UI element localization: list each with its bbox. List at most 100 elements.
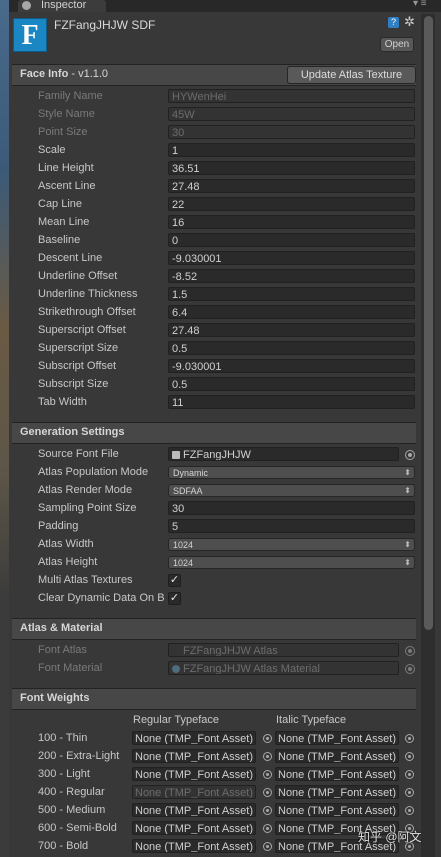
- font-weights-header[interactable]: Font Weights: [12, 688, 416, 710]
- gear-icon[interactable]: ✲: [404, 14, 415, 30]
- regular-typeface-field[interactable]: None (TMP_Font Asset): [132, 839, 256, 853]
- face-info-label: Scale: [38, 144, 66, 156]
- object-picker-icon: [405, 664, 415, 674]
- regular-typeface-field[interactable]: None (TMP_Font Asset): [132, 821, 256, 835]
- generation-settings-header[interactable]: Generation Settings: [12, 422, 416, 444]
- atlas-width-dropdown[interactable]: 1024 ⬍: [168, 538, 415, 551]
- face-info-label: Point Size: [38, 126, 88, 138]
- help-icon[interactable]: ?: [388, 17, 399, 28]
- atlas-population-mode-label: Atlas Population Mode: [38, 466, 149, 478]
- info-icon: [22, 1, 31, 10]
- face-info-label: Underline Offset: [38, 270, 118, 282]
- atlas-width-label: Atlas Width: [38, 538, 94, 550]
- font-weight-label: 200 - Extra-Light: [38, 750, 120, 762]
- object-picker-icon[interactable]: [405, 770, 414, 779]
- object-picker-icon[interactable]: [405, 788, 414, 797]
- italic-typeface-field[interactable]: None (TMP_Font Asset): [275, 731, 399, 745]
- italic-typeface-field[interactable]: None (TMP_Font Asset): [275, 785, 399, 799]
- face-info-field: HYWenHei: [168, 89, 415, 103]
- italic-typeface-field[interactable]: None (TMP_Font Asset): [275, 803, 399, 817]
- face-info-header[interactable]: Face Info - v1.1.0 Update Atlas Texture: [12, 64, 416, 86]
- face-info-label: Superscript Offset: [38, 324, 126, 336]
- dropdown-arrows-icon: ⬍: [404, 540, 411, 549]
- atlas-population-mode-dropdown[interactable]: Dynamic ⬍: [168, 466, 415, 479]
- face-info-field[interactable]: 0.5: [168, 341, 415, 355]
- face-info-field[interactable]: 1: [168, 143, 415, 157]
- face-info-label: Superscript Size: [38, 342, 119, 354]
- multi-atlas-textures-checkbox[interactable]: ✓: [168, 574, 181, 587]
- padding-field[interactable]: 5: [168, 519, 415, 533]
- object-picker-icon[interactable]: [405, 752, 414, 761]
- update-atlas-texture-button[interactable]: Update Atlas Texture: [287, 66, 416, 84]
- dropdown-arrows-icon: ⬍: [404, 486, 411, 495]
- face-info-label: Ascent Line: [38, 180, 96, 192]
- object-picker-icon[interactable]: [405, 806, 414, 815]
- regular-typeface-field[interactable]: None (TMP_Font Asset): [132, 767, 256, 781]
- face-info-field[interactable]: 6.4: [168, 305, 415, 319]
- watermark: 知乎 @阿文: [358, 830, 422, 844]
- lock-menu-icon[interactable]: ▾ ≡: [413, 0, 427, 9]
- font-weight-label: 300 - Light: [38, 768, 90, 780]
- object-picker-icon[interactable]: [263, 752, 272, 761]
- object-picker-icon: [405, 646, 415, 656]
- regular-typeface-field[interactable]: None (TMP_Font Asset): [132, 731, 256, 745]
- scrollbar-thumb[interactable]: [424, 16, 433, 630]
- face-info-field[interactable]: 27.48: [168, 179, 415, 193]
- face-info-field[interactable]: -8.52: [168, 269, 415, 283]
- object-picker-icon[interactable]: [263, 770, 272, 779]
- font-material-label: Font Material: [38, 662, 103, 674]
- sampling-point-size-field[interactable]: 30: [168, 501, 415, 515]
- atlas-material-header[interactable]: Atlas & Material: [12, 618, 416, 640]
- face-info-field[interactable]: -9.030001: [168, 251, 415, 265]
- atlas-height-dropdown[interactable]: 1024 ⬍: [168, 556, 415, 569]
- face-info-field[interactable]: 1.5: [168, 287, 415, 301]
- dropdown-arrows-icon: ⬍: [404, 468, 411, 477]
- atlas-render-mode-dropdown[interactable]: SDFAA ⬍: [168, 484, 415, 497]
- face-info-field[interactable]: 16: [168, 215, 415, 229]
- face-info-label: Descent Line: [38, 252, 103, 264]
- face-info-field[interactable]: 36.51: [168, 161, 415, 175]
- regular-typeface-field: None (TMP_Font Asset): [132, 785, 256, 799]
- face-info-field[interactable]: 11: [168, 395, 415, 409]
- dropdown-arrows-icon: ⬍: [404, 558, 411, 567]
- italic-typeface-header: Italic Typeface: [276, 714, 347, 726]
- face-info-label: Style Name: [38, 108, 95, 120]
- face-info-label: Tab Width: [38, 396, 87, 408]
- tab-inspector[interactable]: Inspector: [18, 0, 106, 12]
- font-weight-label: 100 - Thin: [38, 732, 88, 744]
- generation-settings-title: Generation Settings: [20, 426, 125, 438]
- face-info-field: 45W: [168, 107, 415, 121]
- object-picker-icon[interactable]: [263, 734, 272, 743]
- object-picker-icon[interactable]: [263, 806, 272, 815]
- italic-typeface-field[interactable]: None (TMP_Font Asset): [275, 767, 399, 781]
- material-icon: [172, 665, 180, 673]
- face-info-label: Underline Thickness: [38, 288, 138, 300]
- object-picker-icon[interactable]: [263, 824, 272, 833]
- regular-typeface-field[interactable]: None (TMP_Font Asset): [132, 749, 256, 763]
- object-picker-icon[interactable]: [263, 842, 272, 851]
- source-font-file-field[interactable]: FZFangJHJW: [168, 447, 399, 461]
- face-info-field[interactable]: 0: [168, 233, 415, 247]
- italic-typeface-field[interactable]: None (TMP_Font Asset): [275, 749, 399, 763]
- font-material-field: FZFangJHJW Atlas Material: [168, 661, 399, 675]
- face-info-field[interactable]: 22: [168, 197, 415, 211]
- face-info-label: Family Name: [38, 90, 103, 102]
- regular-typeface-header: Regular Typeface: [133, 714, 220, 726]
- object-picker-icon[interactable]: [405, 450, 415, 460]
- atlas-render-mode-label: Atlas Render Mode: [38, 484, 133, 496]
- face-info-field[interactable]: 27.48: [168, 323, 415, 337]
- object-picker-icon[interactable]: [405, 734, 414, 743]
- face-info-label: Mean Line: [38, 216, 90, 228]
- face-info-field[interactable]: 0.5: [168, 377, 415, 391]
- font-asset-icon: F: [13, 18, 47, 52]
- face-info-title: Face Info: [20, 68, 69, 80]
- face-info-label: Baseline: [38, 234, 81, 246]
- open-button[interactable]: Open: [380, 37, 414, 52]
- clear-dynamic-data-checkbox[interactable]: ✓: [168, 592, 181, 605]
- face-info-field[interactable]: -9.030001: [168, 359, 415, 373]
- font-atlas-field: FZFangJHJW Atlas: [168, 643, 399, 657]
- regular-typeface-field[interactable]: None (TMP_Font Asset): [132, 803, 256, 817]
- object-picker-icon[interactable]: [263, 788, 272, 797]
- multi-atlas-textures-label: Multi Atlas Textures: [38, 574, 133, 586]
- tab-bar: Inspector ▾ ≡: [9, 0, 441, 12]
